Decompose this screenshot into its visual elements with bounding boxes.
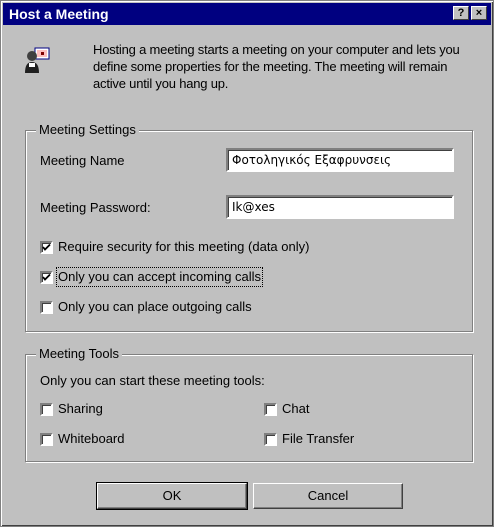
place-outgoing-option[interactable]: Only you can place outgoing calls [40,299,252,315]
file-transfer-checkbox[interactable] [264,432,277,446]
chat-checkbox[interactable] [264,402,277,416]
sharing-label: Sharing [58,401,103,416]
whiteboard-label: Whiteboard [58,431,125,446]
meeting-password-label: Meeting Password: [40,200,151,215]
meeting-name-label: Meeting Name [40,153,125,168]
accept-incoming-label: Only you can accept incoming calls [55,267,264,287]
sharing-checkbox[interactable] [40,402,53,416]
accept-incoming-checkbox[interactable] [40,270,53,284]
require-security-checkbox[interactable] [40,240,53,254]
meeting-tools-legend: Meeting Tools [36,346,122,362]
cancel-button[interactable]: Cancel [253,483,403,509]
place-outgoing-label: Only you can place outgoing calls [58,299,252,314]
meeting-settings-legend: Meeting Settings [36,122,139,138]
require-security-label: Require security for this meeting (data … [58,239,310,254]
sharing-option[interactable]: Sharing [40,401,103,417]
file-transfer-label: File Transfer [282,431,355,446]
title-bar[interactable]: Host a Meeting ? × [3,3,491,25]
meeting-settings-group: Meeting Settings Meeting Name Φοτοληγικό… [25,122,473,332]
checkmark-icon [42,243,51,251]
whiteboard-checkbox[interactable] [40,432,53,446]
meeting-password-input[interactable]: Ik@xes [226,195,454,219]
require-security-option[interactable]: Require security for this meeting (data … [40,239,309,255]
meeting-name-input[interactable]: Φοτοληγικός Εξαφρυνσεις [226,148,454,172]
checkmark-icon [42,273,51,281]
place-outgoing-checkbox[interactable] [40,300,53,314]
chat-option[interactable]: Chat [264,401,309,417]
meeting-tools-group: Meeting Tools Only you can start these m… [25,346,473,462]
meeting-tools-intro: Only you can start these meeting tools: [40,373,265,388]
accept-incoming-option[interactable]: Only you can accept incoming calls [40,267,264,287]
close-button[interactable]: × [471,6,487,20]
whiteboard-option[interactable]: Whiteboard [40,431,124,447]
intro-description: Hosting a meeting starts a meeting on yo… [93,42,460,91]
ok-button[interactable]: OK [96,482,248,510]
dialog-title: Host a Meeting [9,6,109,22]
host-meeting-icon [23,45,53,75]
chat-label: Chat [282,401,310,416]
help-button[interactable]: ? [453,6,469,20]
file-transfer-option[interactable]: File Transfer [264,431,354,447]
host-meeting-dialog: Host a Meeting ? × Hosting a meeting sta… [0,0,494,527]
